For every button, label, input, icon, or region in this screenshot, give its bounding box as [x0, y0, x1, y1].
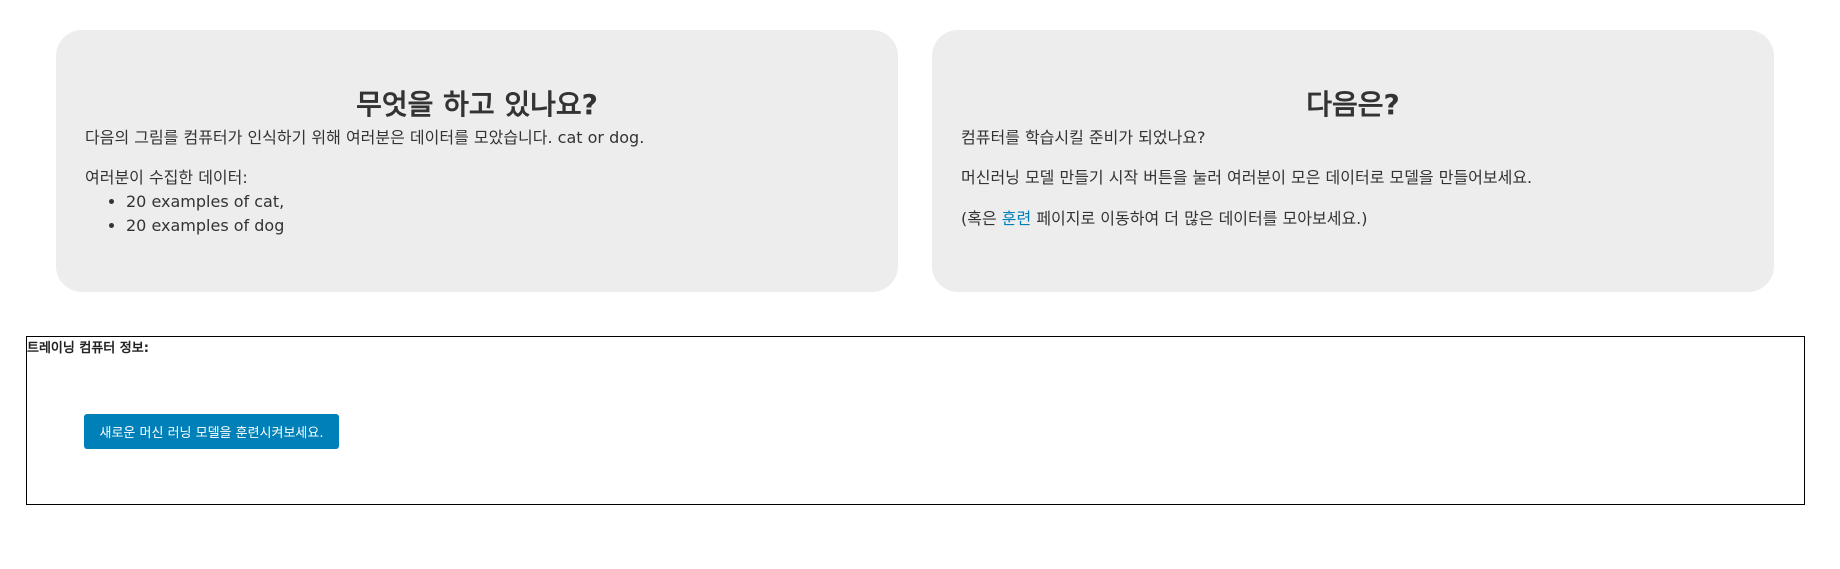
data-collection-intro: 다음의 그림를 컴퓨터가 인식하기 위해 여러분은 데이터를 모았습니다. ca… [85, 127, 869, 149]
examples-list: 20 examples of cat, 20 examples of dog [85, 190, 284, 238]
training-info-box: 트레이닝 컴퓨터 정보: 새로운 머신 러닝 모델을 훈련시켜보세요. [26, 336, 1805, 505]
what-are-you-doing-title: 무엇을 하고 있나요? [356, 88, 598, 121]
examples-list-item: 20 examples of cat, [126, 190, 284, 214]
whats-next-title: 다음은? [1306, 88, 1400, 121]
alt-suffix: 페이지로 이동하여 더 많은 데이터를 모아보세요.) [1036, 209, 1368, 228]
what-are-you-doing-card: 무엇을 하고 있나요? 다음의 그림를 컴퓨터가 인식하기 위해 여러분은 데이… [56, 30, 898, 292]
instruction-text: 머신러닝 모델 만들기 시작 버튼을 눌러 여러분이 모은 데이터로 모델을 만… [961, 168, 1533, 187]
alt-prefix: (혹은 [961, 209, 997, 228]
alternative-text: (혹은 훈련 페이지로 이동하여 더 많은 데이터를 모아보세요.) [961, 208, 1745, 230]
training-info-title: 트레이닝 컴퓨터 정보: [27, 341, 149, 356]
train-page-link[interactable]: 훈련 [1002, 209, 1031, 228]
examples-list-item: 20 examples of dog [126, 214, 284, 238]
intro-prefix: 다음의 그림를 컴퓨터가 인식하기 위해 여러분은 데이터를 모았습니다. [85, 128, 553, 147]
collected-data-label: 여러분이 수집한 데이터: [85, 168, 248, 187]
whats-next-card: 다음은? 컴퓨터를 학습시킬 준비가 되었나요? 머신러닝 모델 만들기 시작 … [932, 30, 1774, 292]
ready-question: 컴퓨터를 학습시킬 준비가 되었나요? [961, 128, 1206, 147]
train-new-model-button[interactable]: 새로운 머신 러닝 모델을 훈련시켜보세요. [84, 414, 339, 449]
intro-labels: cat or dog. [557, 128, 645, 147]
